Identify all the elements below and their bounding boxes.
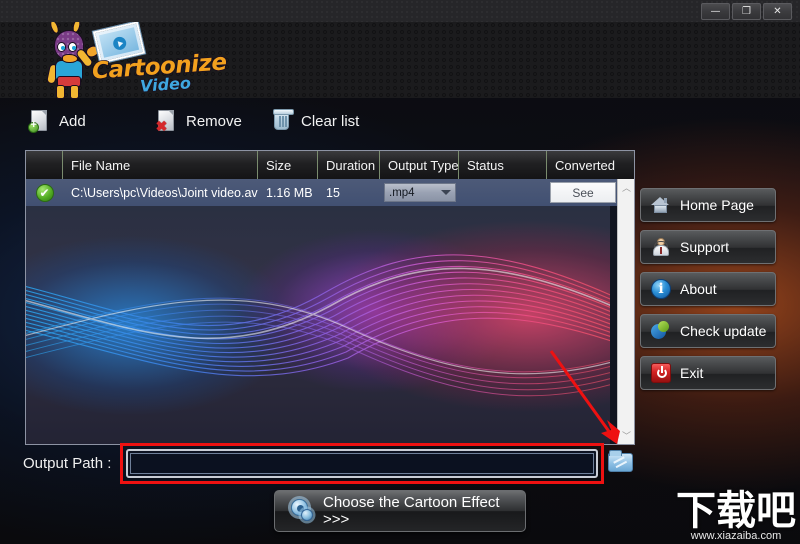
folder-icon xyxy=(608,450,633,472)
minimize-button[interactable]: — xyxy=(701,3,730,20)
gears-icon xyxy=(289,498,315,524)
row-output-type-cell: .mp4 xyxy=(380,179,459,206)
document-remove-icon: ✖ xyxy=(155,109,177,133)
about-label: About xyxy=(680,281,717,297)
add-button-label: Add xyxy=(59,112,86,130)
green-check-icon xyxy=(35,183,54,202)
title-bar: — ❐ ✕ xyxy=(0,0,800,22)
see-button[interactable]: See xyxy=(550,182,616,203)
check-update-label: Check update xyxy=(680,323,767,339)
watermark-url: www.xiazaiba.com xyxy=(690,530,782,542)
info-icon xyxy=(650,278,672,300)
browse-folder-button[interactable] xyxy=(608,450,634,474)
output-path-label: Output Path : xyxy=(23,455,112,472)
home-page-label: Home Page xyxy=(680,197,754,213)
output-path-input-inner xyxy=(130,453,594,474)
list-scrollbar[interactable]: ︿ ﹀ xyxy=(617,179,634,444)
column-header-size[interactable]: Size xyxy=(258,151,318,179)
support-agent-icon xyxy=(650,236,672,258)
choose-cartoon-effect-button[interactable]: Choose the Cartoon Effect >>> xyxy=(274,490,526,532)
scroll-down-icon[interactable]: ﹀ xyxy=(618,427,634,444)
maximize-button[interactable]: ❐ xyxy=(732,3,761,20)
power-icon xyxy=(650,362,672,384)
output-path-input[interactable] xyxy=(126,449,598,478)
check-update-button[interactable]: Check update xyxy=(640,314,776,348)
trash-bin-icon xyxy=(270,109,294,133)
toolbar: Add ✖ Remove Clear list xyxy=(0,100,800,144)
output-type-dropdown[interactable]: .mp4 xyxy=(384,183,456,202)
scroll-up-icon[interactable]: ︿ xyxy=(618,179,634,196)
clear-list-button[interactable]: Clear list xyxy=(270,106,359,136)
add-button[interactable]: Add xyxy=(28,106,86,136)
close-button[interactable]: ✕ xyxy=(763,3,792,20)
chevron-down-icon xyxy=(441,190,451,195)
exit-button[interactable]: Exit xyxy=(640,356,776,390)
app-window: — ❐ ✕ Cartoonize Video + Add ✖ Remove Cl… xyxy=(0,0,800,544)
window-controls: — ❐ ✕ xyxy=(701,3,792,20)
choose-cartoon-effect-label: Choose the Cartoon Effect >>> xyxy=(323,494,500,528)
support-button[interactable]: Support xyxy=(640,230,776,264)
column-header-status[interactable]: Status xyxy=(459,151,547,179)
video-preview-artwork xyxy=(26,206,610,444)
column-header-check[interactable] xyxy=(26,151,63,179)
clear-list-button-label: Clear list xyxy=(301,112,360,130)
file-list-panel: File Name Size Duration Output Type Stat… xyxy=(25,150,635,445)
row-file-name: C:\Users\pc\Videos\Joint video.avi xyxy=(71,185,258,200)
row-status xyxy=(459,179,547,206)
column-header-file-name[interactable]: File Name xyxy=(63,151,258,179)
row-converted-cell: See xyxy=(547,179,619,206)
row-duration: 15 xyxy=(326,185,340,200)
remove-button[interactable]: ✖ Remove xyxy=(155,106,242,136)
document-add-icon xyxy=(28,109,50,133)
brand-subtitle: Video xyxy=(139,73,192,97)
column-header-output-type[interactable]: Output Type xyxy=(380,151,459,179)
remove-button-label: Remove xyxy=(186,112,242,130)
about-button[interactable]: About xyxy=(640,272,776,306)
support-label: Support xyxy=(680,239,730,255)
file-list-header: File Name Size Duration Output Type Stat… xyxy=(26,151,634,179)
column-header-duration[interactable]: Duration xyxy=(318,151,380,179)
watermark-text: 下载吧 xyxy=(676,488,796,534)
exit-label: Exit xyxy=(680,365,704,381)
header-band: Cartoonize Video xyxy=(0,18,800,99)
home-page-button[interactable]: Home Page xyxy=(640,188,776,222)
row-status-icon-cell xyxy=(26,179,63,206)
side-button-panel: Home Page Support About Check update Exi xyxy=(640,188,776,398)
home-icon xyxy=(650,194,672,216)
column-header-converted[interactable]: Converted xyxy=(547,151,619,179)
site-watermark: 下载吧 www.xiazaiba.com xyxy=(676,490,796,542)
file-list-body: C:\Users\pc\Videos\Joint video.avi 1.16 … xyxy=(26,179,634,206)
app-logo: Cartoonize Video xyxy=(36,18,228,99)
table-row[interactable]: C:\Users\pc\Videos\Joint video.avi 1.16 … xyxy=(26,179,634,206)
refresh-icon xyxy=(650,320,672,342)
row-size: 1.16 MB xyxy=(266,185,313,200)
